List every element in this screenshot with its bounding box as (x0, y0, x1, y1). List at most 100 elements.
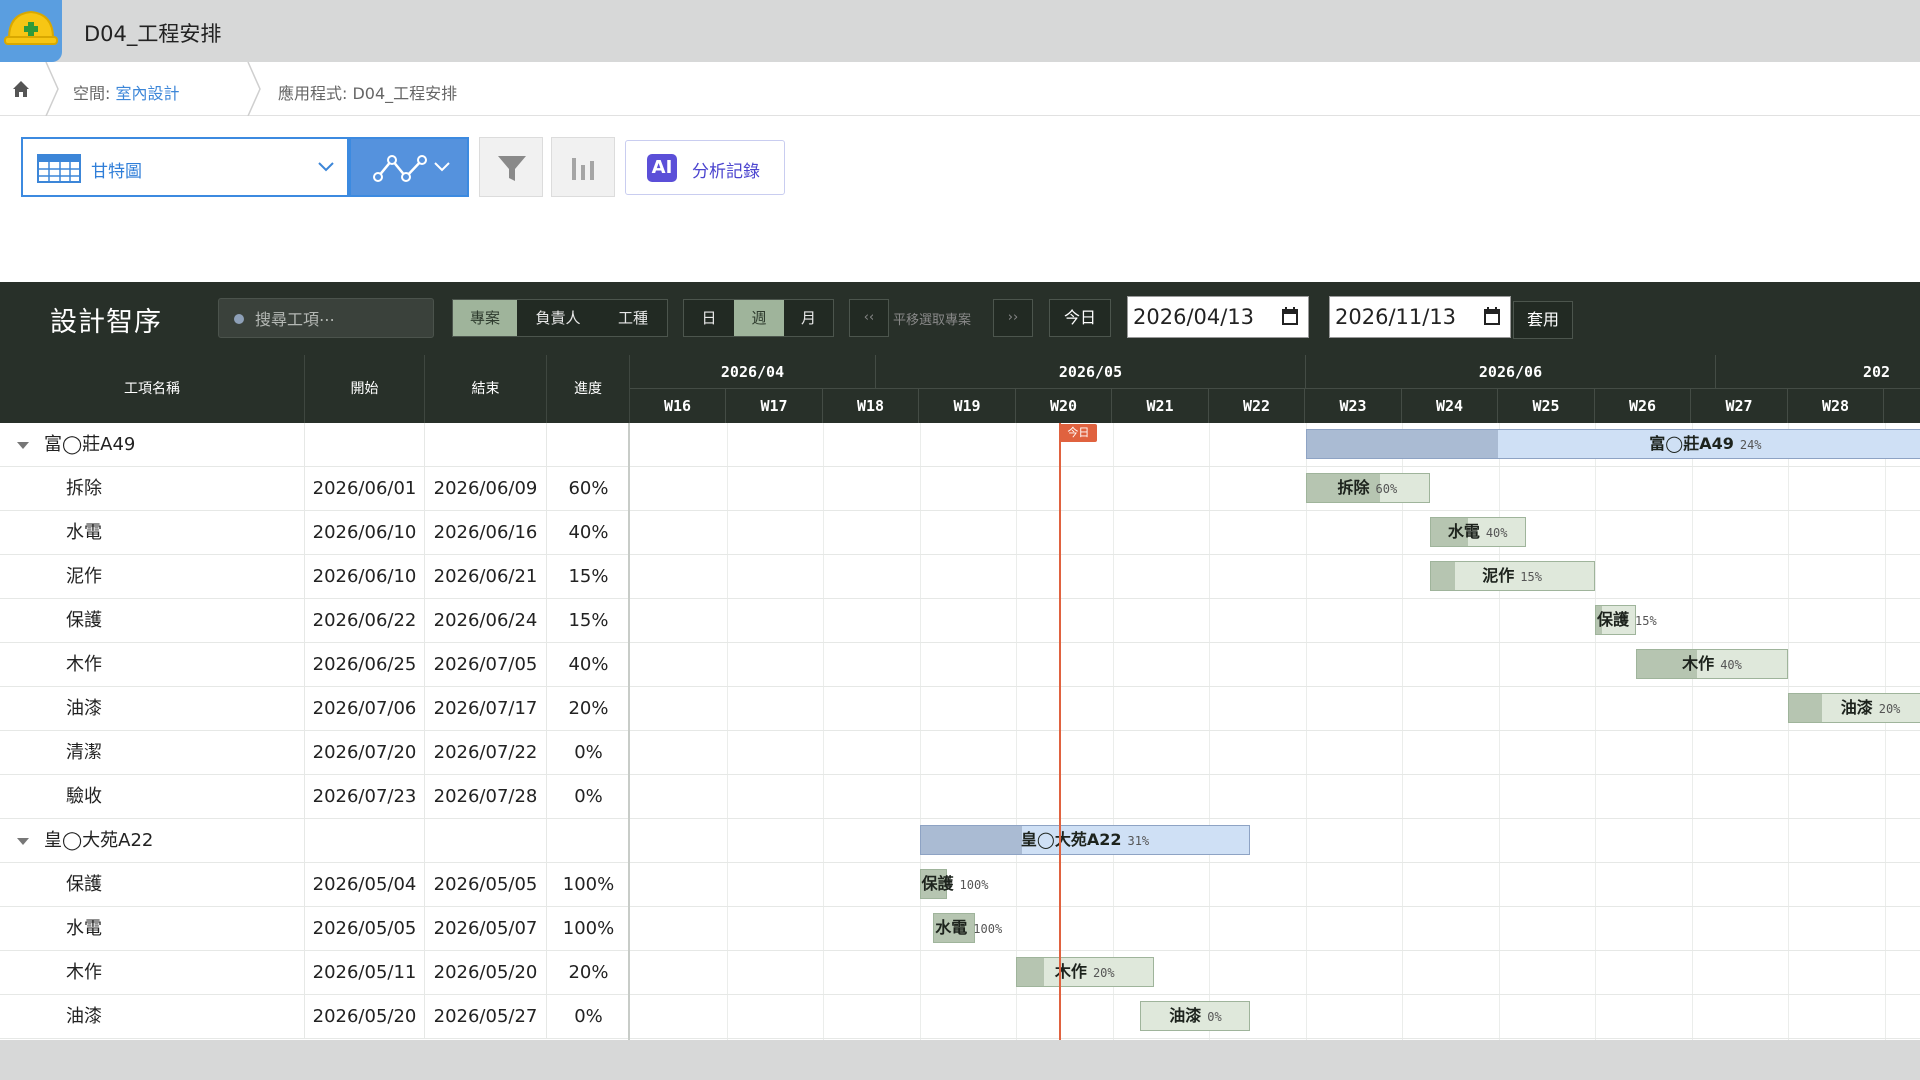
bar-percent: 40% (1720, 658, 1742, 672)
bar-label: 富◯莊A49 24% (1649, 434, 1762, 453)
project-bar[interactable] (1305, 429, 1920, 459)
line-graph-icon (373, 155, 427, 182)
bar-progress-fill (1430, 562, 1456, 590)
group-by-trade[interactable]: 工種 (599, 300, 667, 336)
task-name: 清潔 (0, 731, 305, 775)
timeline-week: W16 (630, 389, 726, 423)
bar-percent: 15% (1635, 614, 1657, 628)
group-by-selector: 專案 負責人 工種 (452, 299, 668, 337)
today-button[interactable]: 今日 (1049, 299, 1111, 337)
timeline-week: W21 (1113, 389, 1209, 423)
task-progress (547, 819, 628, 863)
task-start: 2026/05/04 (305, 863, 425, 907)
group-by-owner[interactable]: 負責人 (517, 300, 599, 336)
time-scale-selector: 日 週 月 (683, 299, 834, 337)
app-title: D04_工程安排 (84, 22, 222, 46)
ai-analysis-button[interactable]: AI 分析記錄 (625, 140, 785, 195)
filter-button[interactable] (479, 137, 543, 197)
bottom-bar (0, 1040, 1920, 1080)
task-end: 2026/05/27 (425, 995, 547, 1039)
task-row[interactable]: 保護 2026/06/22 2026/06/24 15% (0, 599, 628, 643)
task-start: 2026/06/01 (305, 467, 425, 511)
breadcrumb-separator-icon (45, 62, 59, 116)
task-start: 2026/05/05 (305, 907, 425, 951)
bar-label: 木作 40% (1682, 654, 1742, 673)
breadcrumb-separator-icon (247, 62, 261, 116)
task-row[interactable]: 水電 2026/06/10 2026/06/16 40% (0, 511, 628, 555)
ai-icon: AI (647, 154, 677, 182)
task-search[interactable] (218, 298, 434, 338)
timeline-row (630, 775, 1920, 819)
gantt-title: 設計智序 (50, 307, 162, 338)
group-by-project[interactable]: 專案 (453, 300, 517, 336)
task-progress: 0% (574, 742, 603, 763)
timeline-row (630, 687, 1920, 731)
task-progress: 40% (568, 654, 609, 675)
chart-button[interactable] (551, 137, 615, 197)
pan-next-button[interactable]: ›› (993, 299, 1033, 337)
task-end: 2026/05/05 (425, 863, 547, 907)
task-row[interactable]: 油漆 2026/07/06 2026/07/17 20% (0, 687, 628, 731)
task-name: 油漆 (0, 995, 305, 1039)
breadcrumb-space: 空間: 室內設計 (73, 84, 180, 103)
task-row[interactable]: 油漆 2026/05/20 2026/05/27 0% (0, 995, 628, 1039)
column-header-name[interactable]: 工項名稱 (0, 355, 305, 423)
timeline-week: W (1885, 389, 1920, 423)
task-end: 2026/07/05 (425, 643, 547, 687)
filter-icon (498, 156, 526, 181)
task-row[interactable]: 木作 2026/06/25 2026/07/05 40% (0, 643, 628, 687)
bar-percent: 15% (1520, 570, 1542, 584)
task-search-input[interactable] (255, 307, 425, 331)
hardhat-icon[interactable] (0, 0, 62, 62)
breadcrumb-space-link[interactable]: 室內設計 (115, 84, 179, 103)
timeline-week: W24 (1402, 389, 1498, 423)
task-name: 皇◯大苑A22 (0, 819, 305, 863)
calendar-icon[interactable] (1484, 307, 1500, 325)
calendar-icon[interactable] (1282, 307, 1298, 325)
pan-label: 平移選取專案 (893, 313, 972, 328)
task-name: 水電 (0, 511, 305, 555)
timeline-week: W27 (1692, 389, 1788, 423)
start-date-input[interactable]: 2026/04/13 (1127, 296, 1309, 338)
graph-view-button[interactable] (349, 137, 469, 197)
project-row[interactable]: 皇◯大苑A22 (0, 819, 628, 863)
scale-day[interactable]: 日 (684, 300, 734, 336)
task-end: 2026/06/24 (425, 599, 547, 643)
bar-label: 油漆 0% (1169, 1006, 1222, 1025)
pan-prev-button[interactable]: ‹‹ (849, 299, 889, 337)
task-end: 2026/06/21 (425, 555, 547, 599)
task-progress: 100% (562, 918, 615, 939)
timeline-month: 2026/04 (630, 355, 876, 389)
bar-progress-fill (1017, 958, 1045, 986)
apply-button[interactable]: 套用 (1513, 301, 1573, 339)
bar-percent: 24% (1739, 438, 1762, 452)
home-icon[interactable] (10, 78, 32, 100)
bar-label: 水電 40% (1447, 522, 1508, 541)
bar-label: 保護 15% (1597, 610, 1657, 629)
task-row[interactable]: 拆除 2026/06/01 2026/06/09 60% (0, 467, 628, 511)
task-row[interactable]: 水電 2026/05/05 2026/05/07 100% (0, 907, 628, 951)
task-row[interactable]: 泥作 2026/06/10 2026/06/21 15% (0, 555, 628, 599)
task-row[interactable]: 驗收 2026/07/23 2026/07/28 0% (0, 775, 628, 819)
column-header-progress[interactable]: 進度 (547, 355, 630, 423)
task-row[interactable]: 清潔 2026/07/20 2026/07/22 0% (0, 731, 628, 775)
task-row[interactable]: 保護 2026/05/04 2026/05/05 100% (0, 863, 628, 907)
project-row[interactable]: 富◯莊A49 (0, 423, 628, 467)
column-header-end[interactable]: 結束 (425, 355, 547, 423)
ai-analysis-label: 分析記錄 (692, 162, 760, 182)
end-date-input[interactable]: 2026/11/13 (1329, 296, 1511, 338)
task-table: 富◯莊A49 拆除 2026/06/01 2026/06/09 60% 水電 2026/06… (0, 423, 630, 1040)
scale-month[interactable]: 月 (784, 300, 833, 336)
bar-chart-icon (572, 158, 594, 180)
column-header-start[interactable]: 開始 (305, 355, 425, 423)
view-select[interactable]: 甘特圖 (21, 137, 349, 197)
task-end (425, 423, 547, 467)
task-end: 2026/05/07 (425, 907, 547, 951)
scale-week[interactable]: 週 (734, 300, 784, 336)
gantt-toolbar: 設計智序 專案 負責人 工種 日 週 月 ‹‹ 平移選取專案 ›› 今日 202… (0, 282, 1920, 355)
bar-percent: 100% (973, 922, 1003, 936)
task-start: 2026/05/20 (305, 995, 425, 1039)
timeline-row (630, 907, 1920, 951)
task-row[interactable]: 木作 2026/05/11 2026/05/20 20% (0, 951, 628, 995)
task-start: 2026/06/22 (305, 599, 425, 643)
